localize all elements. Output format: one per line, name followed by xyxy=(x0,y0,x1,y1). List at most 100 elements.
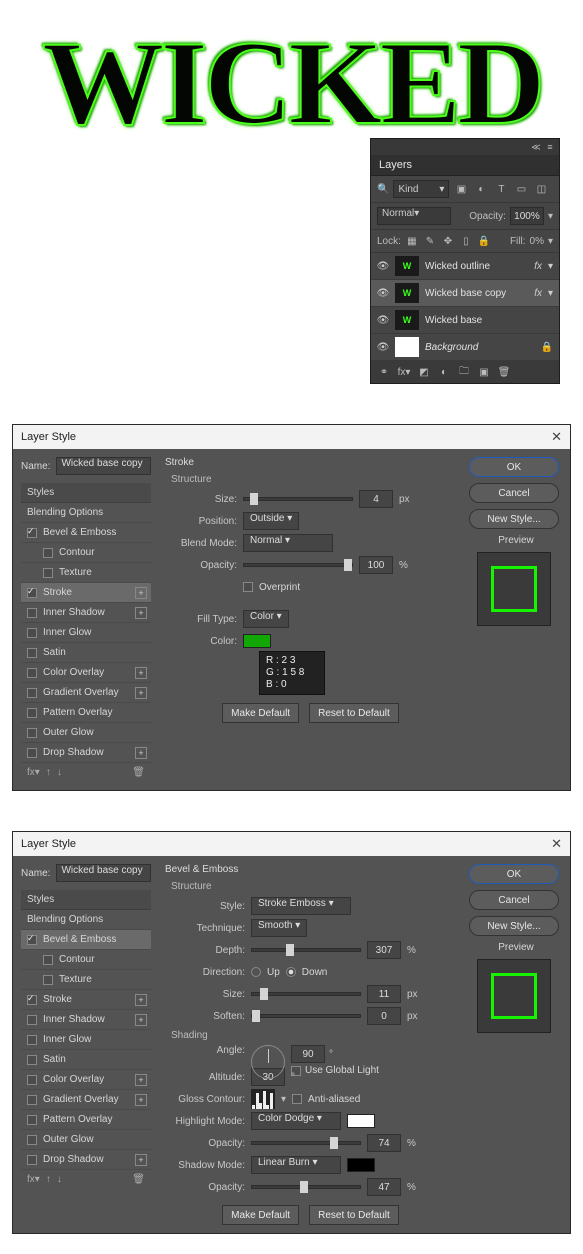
trash-icon[interactable]: 🗑 xyxy=(132,1174,145,1185)
angle-field[interactable]: 90 xyxy=(291,1045,325,1063)
style-outer-glow[interactable]: Outer Glow xyxy=(21,1130,151,1150)
shadow-opacity-slider[interactable] xyxy=(251,1185,361,1189)
fx-icon[interactable]: fx▾ xyxy=(27,767,40,778)
position-select[interactable]: Outside ▾ xyxy=(243,512,299,530)
chevron-down-icon[interactable]: ▾ xyxy=(548,288,553,299)
depth-slider[interactable] xyxy=(251,948,361,952)
plus-icon[interactable]: + xyxy=(135,1154,147,1166)
style-inner-shadow[interactable]: Inner Shadow+ xyxy=(21,603,151,623)
trash-icon[interactable]: 🗑 xyxy=(497,365,511,379)
style-inner-shadow[interactable]: Inner Shadow+ xyxy=(21,1010,151,1030)
style-pattern-overlay[interactable]: Pattern Overlay xyxy=(21,1110,151,1130)
chevron-down-icon[interactable]: ▾ xyxy=(548,261,553,272)
size-slider[interactable] xyxy=(251,992,361,996)
blend-mode-select[interactable]: Normal▾ xyxy=(377,207,451,225)
new-style-button[interactable]: New Style... xyxy=(469,509,559,529)
lock-brush-icon[interactable]: ✎ xyxy=(423,234,437,248)
plus-icon[interactable]: + xyxy=(135,994,147,1006)
highlight-opacity-slider[interactable] xyxy=(251,1141,361,1145)
mask-icon[interactable]: ◩ xyxy=(417,365,431,379)
arrow-up-icon[interactable]: ↑ xyxy=(46,767,51,778)
shadow-opacity-field[interactable]: 47 xyxy=(367,1178,401,1196)
highlight-color-swatch[interactable] xyxy=(347,1114,375,1128)
cancel-button[interactable]: Cancel xyxy=(469,483,559,503)
style-drop-shadow[interactable]: Drop Shadow+ xyxy=(21,743,151,763)
visibility-icon[interactable]: 👁 xyxy=(377,341,389,353)
style-satin[interactable]: Satin xyxy=(21,1050,151,1070)
layers-tab[interactable]: Layers xyxy=(371,155,559,176)
size-slider[interactable] xyxy=(243,497,353,501)
close-icon[interactable]: ✕ xyxy=(551,429,562,445)
style-outer-glow[interactable]: Outer Glow xyxy=(21,723,151,743)
soften-slider[interactable] xyxy=(251,1014,361,1018)
lock-move-icon[interactable]: ✥ xyxy=(441,234,455,248)
style-texture[interactable]: Texture xyxy=(21,563,151,583)
filter-shape-icon[interactable]: ▭ xyxy=(513,181,529,197)
make-default-button[interactable]: Make Default xyxy=(222,703,299,723)
size-field[interactable]: 4 xyxy=(359,490,393,508)
blend-mode-select[interactable]: Normal ▾ xyxy=(243,534,333,552)
style-blending-options[interactable]: Blending Options xyxy=(21,503,151,523)
style-inner-glow[interactable]: Inner Glow xyxy=(21,1030,151,1050)
style-select[interactable]: Stroke Emboss ▾ xyxy=(251,897,351,915)
layer-row[interactable]: 👁 W Wicked base xyxy=(371,307,559,334)
cancel-button[interactable]: Cancel xyxy=(469,890,559,910)
style-bevel-emboss[interactable]: Bevel & Emboss xyxy=(21,523,151,543)
style-pattern-overlay[interactable]: Pattern Overlay xyxy=(21,703,151,723)
style-blending-options[interactable]: Blending Options xyxy=(21,910,151,930)
fx-menu-icon[interactable]: fx▾ xyxy=(397,365,411,379)
close-icon[interactable]: ✕ xyxy=(551,836,562,852)
reset-default-button[interactable]: Reset to Default xyxy=(309,1205,399,1225)
layer-row[interactable]: 👁 W Wicked outline fx ▾ xyxy=(371,253,559,280)
trash-icon[interactable]: 🗑 xyxy=(132,767,145,778)
name-field[interactable]: Wicked base copy xyxy=(56,457,151,475)
visibility-icon[interactable]: 👁 xyxy=(377,314,389,326)
make-default-button[interactable]: Make Default xyxy=(222,1205,299,1225)
plus-icon[interactable]: + xyxy=(135,1094,147,1106)
filltype-select[interactable]: Color ▾ xyxy=(243,610,289,628)
overprint-checkbox[interactable] xyxy=(243,582,253,592)
filter-smart-icon[interactable]: ◫ xyxy=(533,181,549,197)
style-gradient-overlay[interactable]: Gradient Overlay+ xyxy=(21,1090,151,1110)
plus-icon[interactable]: + xyxy=(135,1074,147,1086)
style-gradient-overlay[interactable]: Gradient Overlay+ xyxy=(21,683,151,703)
style-contour[interactable]: Contour xyxy=(21,950,151,970)
fill-value[interactable]: 0% xyxy=(530,236,544,247)
gloss-contour-select[interactable] xyxy=(251,1089,275,1109)
style-contour[interactable]: Contour xyxy=(21,543,151,563)
shadow-mode-select[interactable]: Linear Burn ▾ xyxy=(251,1156,341,1174)
link-icon[interactable]: ⚭ xyxy=(377,365,391,379)
arrow-up-icon[interactable]: ↑ xyxy=(46,1174,51,1185)
style-inner-glow[interactable]: Inner Glow xyxy=(21,623,151,643)
layer-row[interactable]: 👁 Background 🔒 xyxy=(371,334,559,361)
highlight-opacity-field[interactable]: 74 xyxy=(367,1134,401,1152)
opacity-field[interactable]: 100 xyxy=(359,556,393,574)
soften-field[interactable]: 0 xyxy=(367,1007,401,1025)
filter-adjust-icon[interactable]: ◐ xyxy=(473,181,489,197)
fx-icon[interactable]: fx▾ xyxy=(27,1174,40,1185)
direction-down-radio[interactable] xyxy=(286,967,296,977)
new-layer-icon[interactable]: ▣ xyxy=(477,365,491,379)
plus-icon[interactable]: + xyxy=(135,667,147,679)
adjustment-icon[interactable]: ◐ xyxy=(437,365,451,379)
style-color-overlay[interactable]: Color Overlay+ xyxy=(21,663,151,683)
highlight-mode-select[interactable]: Color Dodge ▾ xyxy=(251,1112,341,1130)
plus-icon[interactable]: + xyxy=(135,1014,147,1026)
ok-button[interactable]: OK xyxy=(469,864,559,884)
visibility-icon[interactable]: 👁 xyxy=(377,287,389,299)
filter-kind-select[interactable]: Kind ▾ xyxy=(393,180,449,198)
style-stroke[interactable]: Stroke+ xyxy=(21,990,151,1010)
layer-row[interactable]: 👁 W Wicked base copy fx ▾ xyxy=(371,280,559,307)
fx-badge[interactable]: fx xyxy=(534,261,542,272)
angle-control[interactable] xyxy=(251,1045,285,1079)
style-texture[interactable]: Texture xyxy=(21,970,151,990)
panel-menu-icon[interactable]: ≡ xyxy=(545,142,555,152)
plus-icon[interactable]: + xyxy=(135,587,147,599)
style-drop-shadow[interactable]: Drop Shadow+ xyxy=(21,1150,151,1170)
lock-trans-icon[interactable]: ▦ xyxy=(405,234,419,248)
technique-select[interactable]: Smooth ▾ xyxy=(251,919,307,937)
style-stroke[interactable]: Stroke+ xyxy=(21,583,151,603)
style-color-overlay[interactable]: Color Overlay+ xyxy=(21,1070,151,1090)
color-swatch[interactable] xyxy=(243,634,271,648)
style-satin[interactable]: Satin xyxy=(21,643,151,663)
